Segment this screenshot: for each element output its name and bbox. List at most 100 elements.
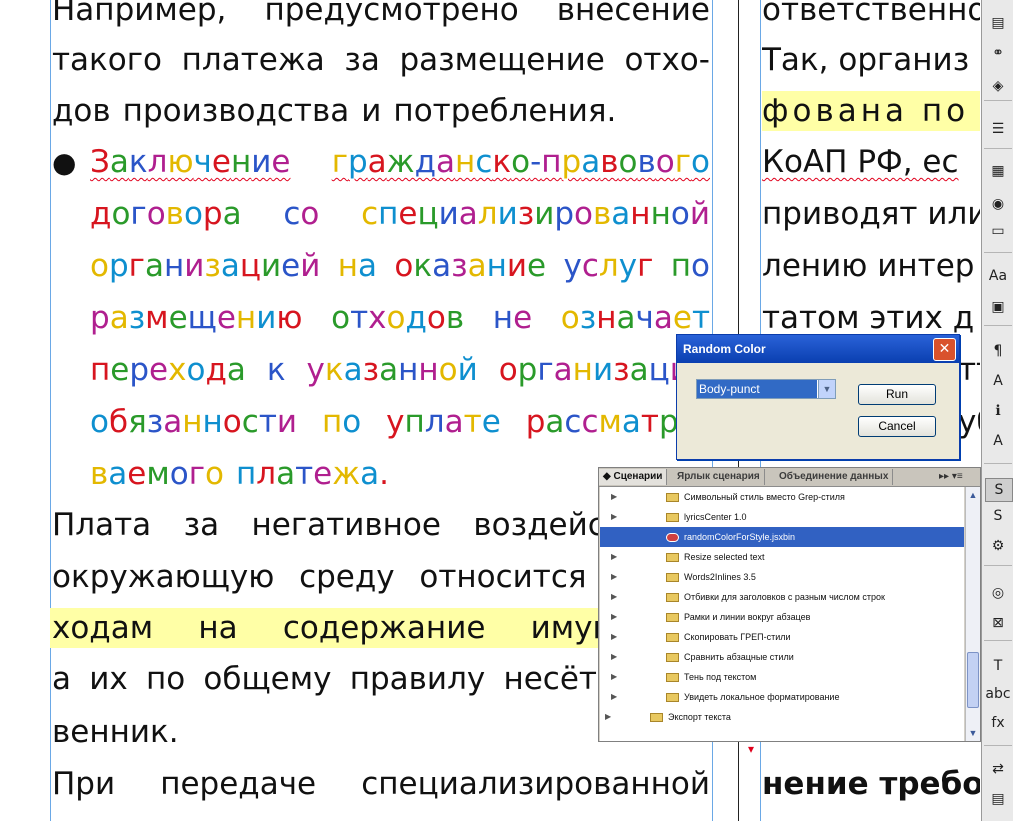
expand-triangle-icon[interactable]: ▶ bbox=[611, 547, 617, 567]
item-label: Рамки и линии вокруг абзацев bbox=[684, 612, 811, 622]
gradient-icon[interactable]: ▭ bbox=[985, 220, 1011, 242]
folder-icon bbox=[666, 613, 679, 622]
text-line: При передаче специализированной bbox=[52, 764, 710, 804]
colored-word: услуг bbox=[563, 248, 654, 284]
scripts-list[interactable]: ▶ Символьный стиль вместо Grep-стиля ▶ lyri… bbox=[600, 487, 964, 741]
align-icon[interactable]: ⊠ bbox=[985, 612, 1011, 634]
script-label-icon[interactable]: S bbox=[985, 505, 1011, 527]
frame-guide-left bbox=[50, 0, 51, 821]
links-icon[interactable]: ⚭ bbox=[985, 42, 1011, 64]
item-label: Сравнить абзацные стили bbox=[684, 652, 794, 662]
text-overflow-marker[interactable]: ▾ bbox=[748, 742, 754, 756]
scroll-down-icon[interactable]: ▼ bbox=[967, 727, 979, 739]
data-merge-icon[interactable]: ⚙ bbox=[985, 535, 1011, 557]
colored-word: к bbox=[266, 352, 286, 388]
folder-icon bbox=[666, 653, 679, 662]
panel-menu-button[interactable]: ▸▸ ▾≡ bbox=[939, 469, 963, 485]
links2-icon[interactable]: ⇄ bbox=[985, 758, 1011, 780]
folder-item[interactable]: ▶ Экспорт текста bbox=[600, 707, 964, 727]
item-label: Resize selected text bbox=[684, 552, 765, 562]
colored-text-line: обязанностипоуплатерассматри- bbox=[90, 402, 710, 442]
tab-script-label[interactable]: Ярлык сценария bbox=[673, 469, 765, 485]
highlighted-text-line: фована по bbox=[762, 91, 980, 131]
text-wrap-icon[interactable]: A bbox=[985, 430, 1011, 452]
stroke-icon[interactable]: ☰ bbox=[985, 118, 1011, 140]
colored-word: означает bbox=[560, 300, 710, 336]
style-select[interactable]: Body-punct ▼ bbox=[696, 379, 836, 399]
folder-item[interactable]: ▶ Увидеть локальное форматирование bbox=[600, 687, 964, 707]
scroll-up-icon[interactable]: ▲ bbox=[967, 489, 979, 501]
scrollbar-thumb[interactable] bbox=[967, 652, 979, 708]
item-label: randomColorForStyle.jsxbin bbox=[684, 532, 796, 542]
expand-triangle-icon[interactable]: ▶ bbox=[611, 687, 617, 707]
word: потребления. bbox=[393, 93, 617, 129]
run-button[interactable]: Run bbox=[858, 384, 936, 405]
close-button[interactable]: ✕ bbox=[933, 338, 956, 361]
expand-triangle-icon[interactable]: ▶ bbox=[611, 487, 617, 507]
word: правилу bbox=[349, 661, 486, 697]
folder-item[interactable]: ▶ Скопировать ГРЕП-стили bbox=[600, 627, 964, 647]
folder-item[interactable]: ▶ Рамки и линии вокруг абзацев bbox=[600, 607, 964, 627]
folder-item[interactable]: ▶ Тень под текстом bbox=[600, 667, 964, 687]
folder-item[interactable]: ▶ Символьный стиль вместо Grep-стиля bbox=[600, 487, 964, 507]
paragraph-styles-icon[interactable]: ▣ bbox=[985, 296, 1011, 318]
word: платежа bbox=[181, 42, 325, 78]
paragraph-icon[interactable]: ¶ bbox=[985, 340, 1011, 362]
colored-text-line: размещению отходов не означает bbox=[90, 298, 710, 338]
colored-word: отходов bbox=[331, 300, 465, 336]
folder-icon bbox=[666, 633, 679, 642]
spelling-icon[interactable]: abc bbox=[985, 683, 1011, 705]
colored-word: указанной bbox=[306, 352, 478, 388]
expand-triangle-icon[interactable]: ▶ bbox=[611, 647, 617, 667]
word: Плата bbox=[52, 507, 152, 543]
scripts-icon[interactable]: S bbox=[985, 478, 1013, 502]
colored-word: размещению bbox=[90, 300, 303, 336]
tab-data-merge[interactable]: Объединение данных bbox=[775, 469, 894, 485]
chevron-down-icon[interactable]: ▼ bbox=[818, 380, 835, 398]
expand-triangle-icon[interactable]: ▶ bbox=[611, 667, 617, 687]
folder-item[interactable]: ▶ Отбивки для заголовков с разным числом … bbox=[600, 587, 964, 607]
folder-item[interactable]: ▶ lyricsCenter 1.0 bbox=[600, 507, 964, 527]
table-icon[interactable]: ▤ bbox=[985, 788, 1011, 810]
expand-triangle-icon[interactable]: ▶ bbox=[611, 627, 617, 647]
colored-text-line: договора со специализированной bbox=[90, 194, 710, 234]
folder-icon bbox=[666, 513, 679, 522]
effects-icon[interactable]: ◉ bbox=[985, 193, 1011, 215]
word: производства bbox=[122, 93, 350, 129]
text-line: тт bbox=[958, 352, 980, 388]
expand-triangle-icon[interactable]: ▶ bbox=[611, 587, 617, 607]
scrollbar[interactable]: ▲ ▼ bbox=[965, 487, 980, 741]
character-icon[interactable]: Aa bbox=[985, 265, 1011, 287]
character-styles-icon[interactable]: A bbox=[985, 370, 1011, 392]
swatches-icon[interactable]: ▦ bbox=[985, 160, 1011, 182]
pages-icon[interactable]: ▤ bbox=[985, 12, 1011, 34]
word: окружающую bbox=[52, 559, 275, 595]
script-item[interactable]: randomColorForStyle.jsxbin bbox=[600, 527, 964, 547]
word: Например, bbox=[52, 0, 227, 28]
folder-icon bbox=[650, 713, 663, 722]
tab-scripts[interactable]: ◆ Сценарии bbox=[599, 469, 668, 485]
scripts-panel[interactable]: ◆ Сценарии Ярлык сценария Объединение да… bbox=[598, 467, 981, 742]
folder-item[interactable]: ▶ Words2Inlines 3.5 bbox=[600, 567, 964, 587]
colored-word: по bbox=[670, 248, 710, 284]
toolbar-separator bbox=[984, 745, 1012, 746]
glyphs-icon[interactable]: ℹ bbox=[985, 400, 1011, 422]
layers-icon[interactable]: ◈ bbox=[985, 75, 1011, 97]
word: специализированной bbox=[361, 766, 710, 802]
dialog-title: Random Color bbox=[677, 335, 959, 363]
folder-icon bbox=[666, 493, 679, 502]
expand-triangle-icon[interactable]: ▶ bbox=[611, 507, 617, 527]
folder-item[interactable]: ▶ Resize selected text bbox=[600, 547, 964, 567]
cancel-button[interactable]: Cancel bbox=[858, 416, 936, 437]
story-icon[interactable]: T bbox=[985, 655, 1011, 677]
random-color-dialog[interactable]: Random Color ✕ Body-punct ▼ Run Cancel bbox=[676, 334, 960, 460]
panel-menu-icon: ◆ bbox=[603, 471, 614, 482]
formula-icon[interactable]: fx bbox=[985, 712, 1011, 734]
expand-triangle-icon[interactable]: ▶ bbox=[605, 707, 611, 727]
text-line: КоАП РФ, ес bbox=[762, 144, 959, 180]
folder-icon bbox=[666, 573, 679, 582]
expand-triangle-icon[interactable]: ▶ bbox=[611, 567, 617, 587]
expand-triangle-icon[interactable]: ▶ bbox=[611, 607, 617, 627]
info-icon[interactable]: ◎ bbox=[985, 582, 1011, 604]
folder-item[interactable]: ▶ Сравнить абзацные стили bbox=[600, 647, 964, 667]
